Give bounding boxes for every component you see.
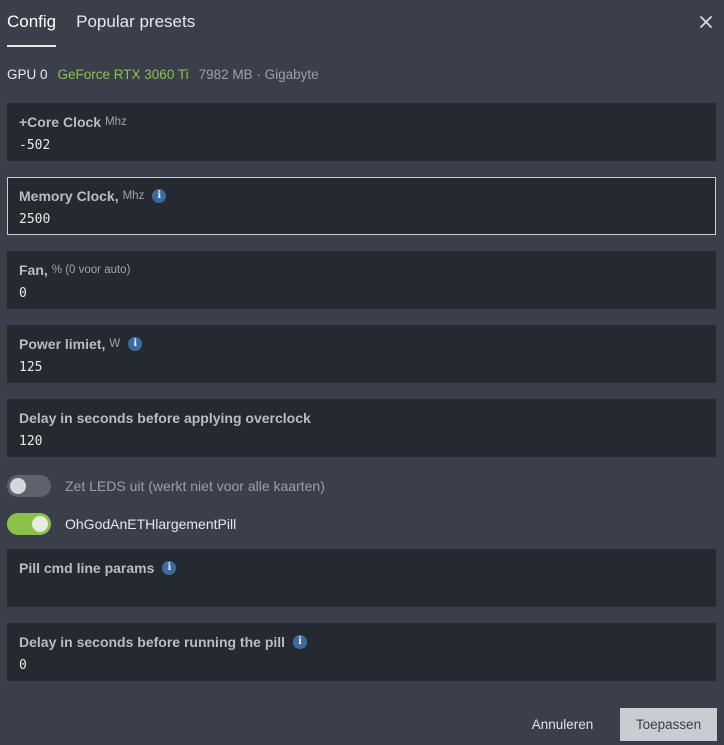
tab-config[interactable]: Config <box>7 12 57 47</box>
close-icon[interactable] <box>698 14 714 30</box>
oc-delay-input[interactable] <box>19 434 699 449</box>
leds-off-label: Zet LEDS uit (werkt niet voor alle kaart… <box>65 478 325 494</box>
power-limit-input[interactable] <box>19 360 699 375</box>
power-limit-field[interactable]: Power limiet, W i <box>7 325 716 383</box>
memory-clock-label: Memory Clock, Mhz i <box>19 188 167 204</box>
pill-delay-input[interactable] <box>19 658 699 673</box>
leds-off-toggle[interactable] <box>7 475 51 497</box>
power-limit-label-text: Power limiet, <box>19 336 106 352</box>
power-limit-label: Power limiet, W i <box>19 336 143 352</box>
pill-params-field[interactable]: Pill cmd line params i <box>7 549 716 607</box>
tab-popular-presets[interactable]: Popular presets <box>76 12 195 42</box>
memory-clock-label-text: Memory Clock, <box>19 188 119 204</box>
core-clock-label: +Core Clock Mhz <box>19 114 127 130</box>
info-icon[interactable]: i <box>162 561 177 575</box>
fan-unit: % (0 voor auto) <box>51 264 131 276</box>
toggle-knob <box>10 478 26 494</box>
info-icon[interactable]: i <box>128 337 143 351</box>
core-clock-input[interactable] <box>19 138 699 153</box>
power-limit-unit: W <box>109 338 121 350</box>
core-clock-label-text: +Core Clock <box>19 114 102 130</box>
fan-label-text: Fan, <box>19 262 48 278</box>
pill-params-label: Pill cmd line params i <box>19 560 177 576</box>
memory-clock-input[interactable] <box>19 212 699 227</box>
oc-delay-label-text: Delay in seconds before applying overclo… <box>19 410 311 426</box>
leds-off-toggle-row: Zet LEDS uit (werkt niet voor alle kaart… <box>7 475 325 497</box>
fan-label: Fan, % (0 voor auto) <box>19 262 130 278</box>
toggle-knob <box>32 516 48 532</box>
cancel-button[interactable]: Annuleren <box>520 708 605 740</box>
fan-input[interactable] <box>19 286 699 301</box>
fan-field[interactable]: Fan, % (0 voor auto) <box>7 251 716 309</box>
gpu-info: GPU 0 GeForce RTX 3060 Ti 7982 MB · Giga… <box>7 67 319 82</box>
pill-label: OhGodAnETHlargementPill <box>65 516 237 532</box>
memory-clock-field[interactable]: Memory Clock, Mhz i <box>7 177 716 235</box>
info-icon[interactable]: i <box>293 635 308 649</box>
pill-delay-field[interactable]: Delay in seconds before running the pill… <box>7 623 716 681</box>
memory-clock-unit: Mhz <box>122 190 145 202</box>
gpu-id: GPU 0 <box>7 67 48 82</box>
pill-toggle[interactable] <box>7 513 51 535</box>
pill-delay-label-text: Delay in seconds before running the pill <box>19 634 286 650</box>
apply-button[interactable]: Toepassen <box>620 708 717 741</box>
info-icon[interactable]: i <box>152 189 167 203</box>
pill-delay-label: Delay in seconds before running the pill… <box>19 634 308 650</box>
tab-bar: Config Popular presets <box>7 12 195 47</box>
core-clock-field[interactable]: +Core Clock Mhz <box>7 103 716 161</box>
gpu-name: GeForce RTX 3060 Ti <box>57 67 189 82</box>
pill-params-input[interactable] <box>19 584 699 599</box>
oc-delay-field[interactable]: Delay in seconds before applying overclo… <box>7 399 716 457</box>
core-clock-unit: Mhz <box>105 116 127 128</box>
gpu-config-dialog: Config Popular presets GPU 0 GeForce RTX… <box>0 0 724 745</box>
oc-delay-label: Delay in seconds before applying overclo… <box>19 410 311 426</box>
gpu-meta: 7982 MB · Gigabyte <box>198 67 319 82</box>
pill-params-label-text: Pill cmd line params <box>19 560 155 576</box>
pill-toggle-row: OhGodAnETHlargementPill <box>7 513 236 535</box>
